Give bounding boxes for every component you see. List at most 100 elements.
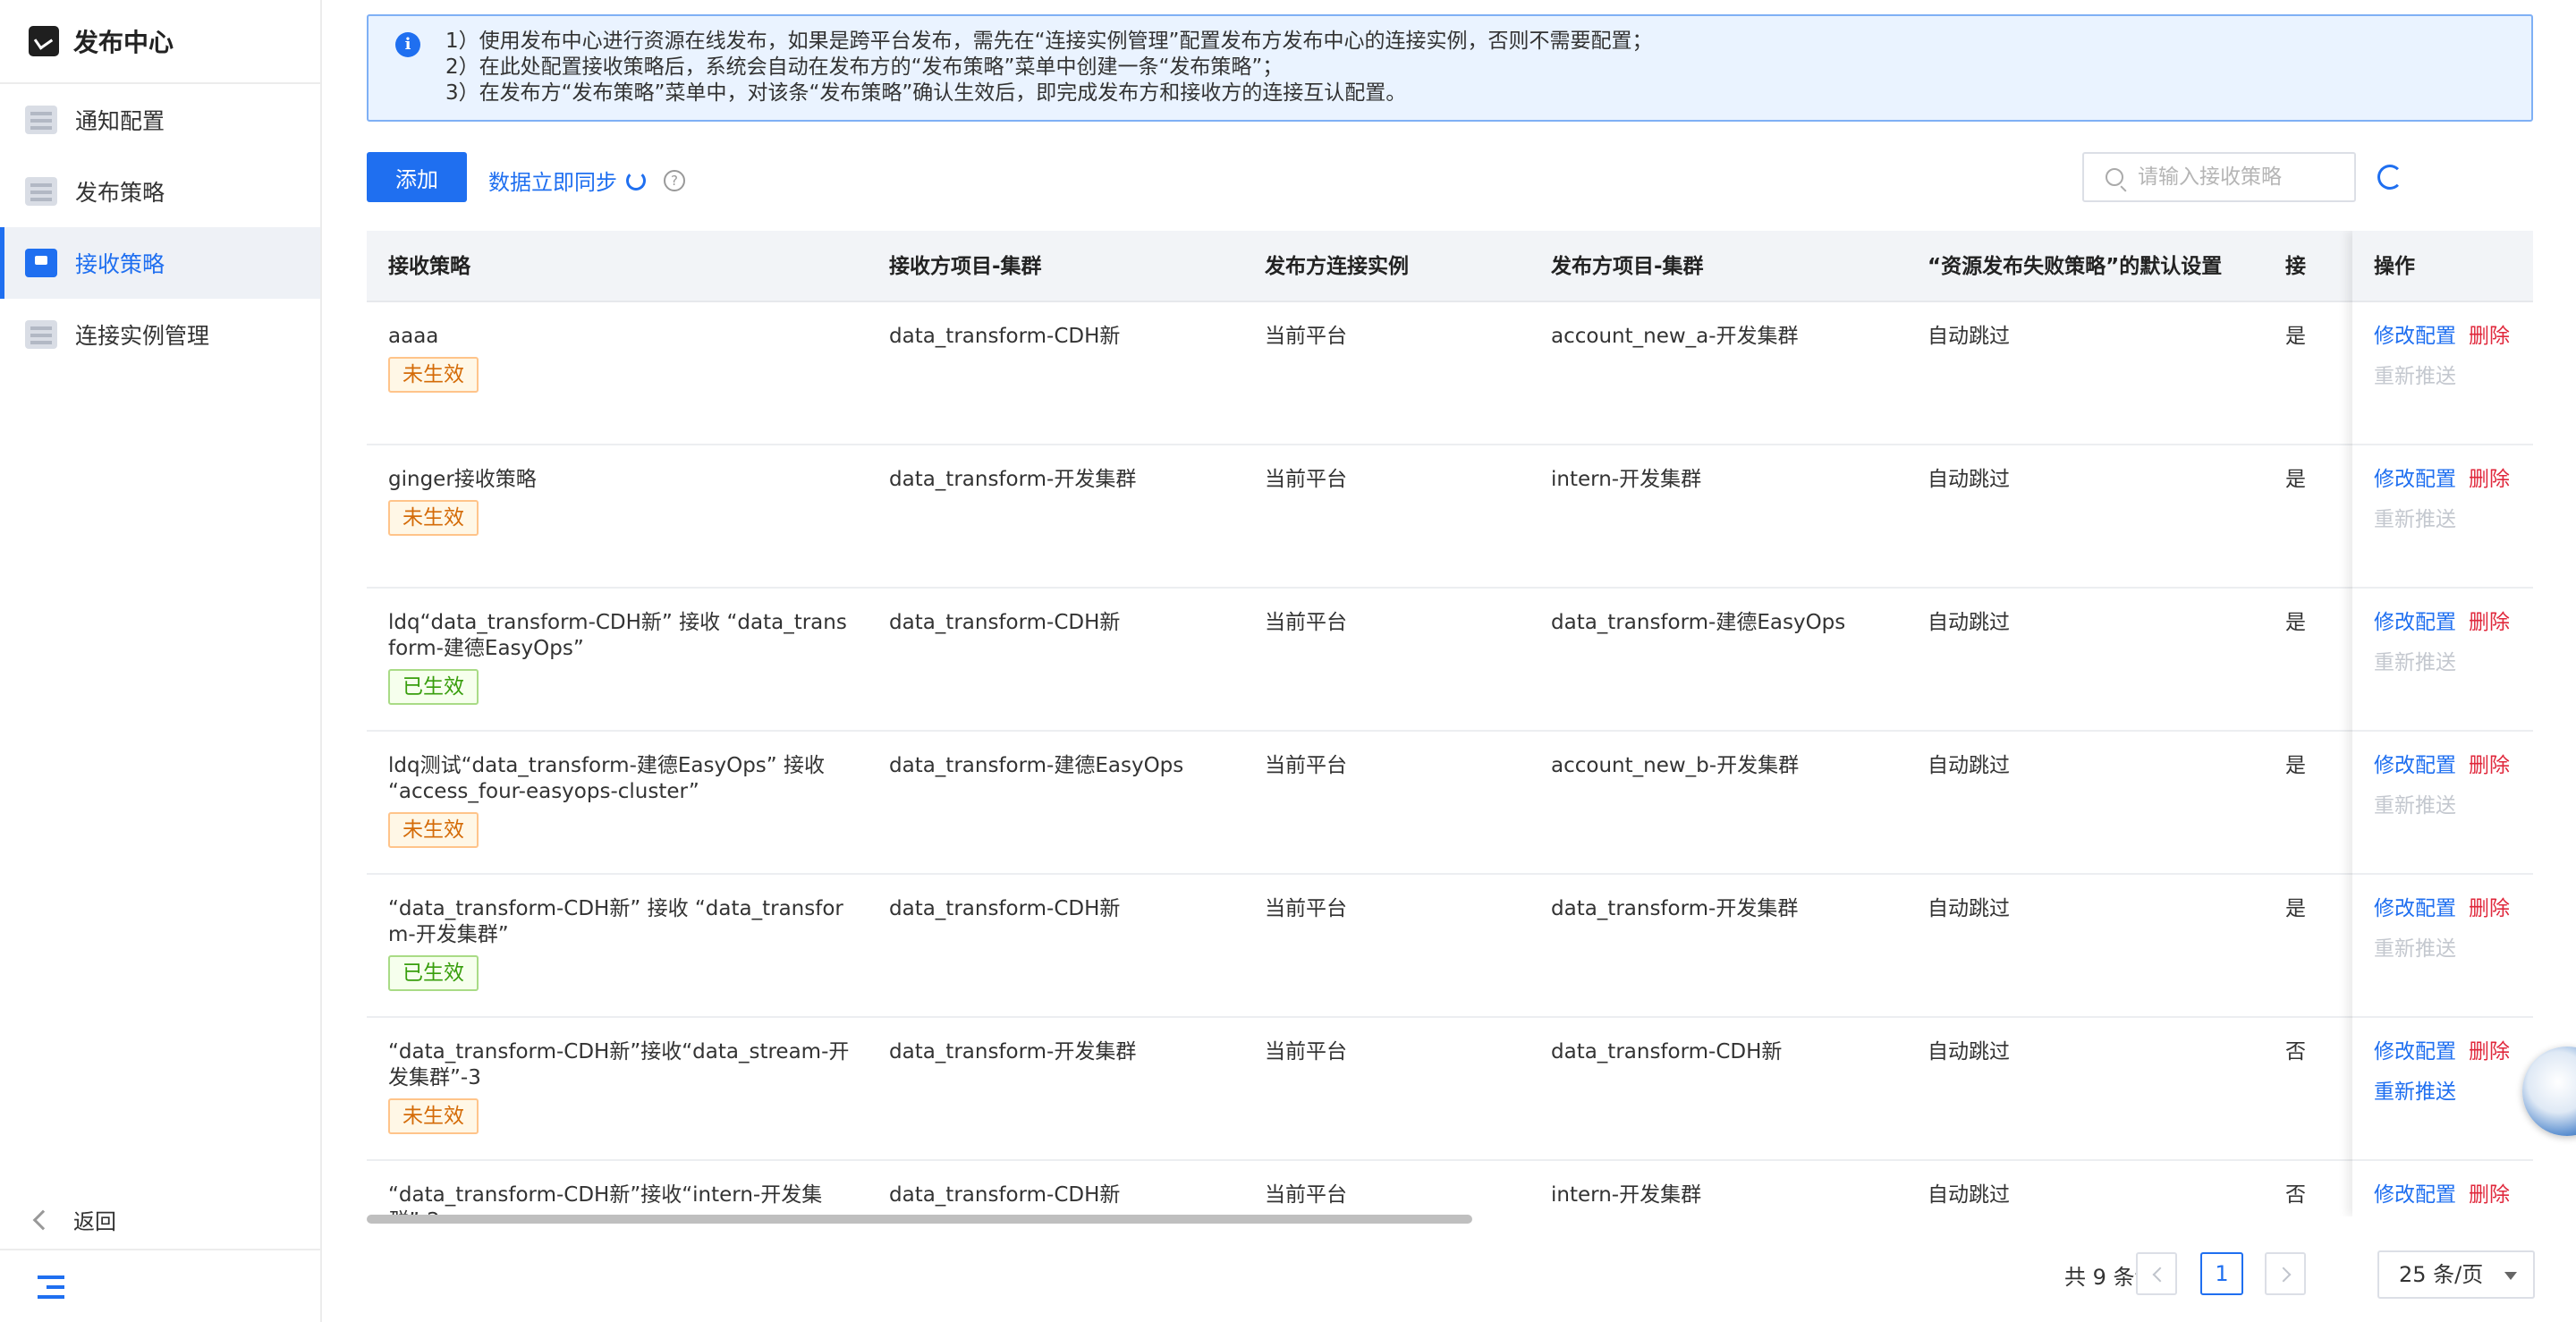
- cell-fail-policy: 自动跳过: [1928, 897, 2010, 920]
- help-icon[interactable]: ?: [664, 169, 685, 191]
- cell-publisher-project: account_new_a-开发集群: [1551, 325, 1799, 348]
- chevron-left-icon: [2152, 1267, 2168, 1283]
- sync-now-link[interactable]: 数据立即同步 ?: [488, 165, 685, 196]
- main-content: i 1）使用发布中心进行资源在线发布，如果是跨平台发布，需先在“连接实例管理”配…: [322, 0, 2576, 1322]
- page-size-select[interactable]: 25 条/页: [2377, 1250, 2535, 1299]
- sidebar-item-label: 通知配置: [75, 108, 165, 134]
- refresh-icon[interactable]: [2377, 165, 2402, 190]
- sidebar-menu: 通知配置 发布策略 接收策略 连接实例管理: [0, 84, 320, 370]
- status-badge: 未生效: [388, 500, 479, 536]
- edit-config-link[interactable]: 修改配置: [2374, 754, 2456, 777]
- cell-truncated: 否: [2285, 1040, 2306, 1064]
- cell-publisher-project: intern-开发集群: [1551, 1183, 1702, 1207]
- cell-truncated: 是: [2285, 468, 2306, 491]
- table-row: “data_transform-CDH新”接收“data_stream-开发集群…: [367, 1018, 2533, 1161]
- delete-link[interactable]: 删除: [2469, 468, 2510, 491]
- operations-row: 修改配置删除重新推送: [2352, 445, 2533, 589]
- policy-name: ginger接收策略: [388, 468, 537, 491]
- policy-name: aaaa: [388, 325, 439, 348]
- sidebar-item-connection-instance[interactable]: 连接实例管理: [0, 299, 320, 370]
- policy-name: ldq测试“data_transform-建德EasyOps” 接收 “acce…: [388, 754, 825, 803]
- delete-link[interactable]: 删除: [2469, 897, 2510, 920]
- back-label: 返回: [73, 1209, 116, 1234]
- delete-link[interactable]: 删除: [2469, 754, 2510, 777]
- table-row: ldq“data_transform-CDH新” 接收 “data_transf…: [367, 589, 2533, 732]
- chevron-right-icon: [2275, 1267, 2292, 1283]
- cell-publisher-instance: 当前平台: [1265, 1183, 1347, 1207]
- operations-row: 修改配置删除重新推送: [2352, 1161, 2533, 1216]
- col-header-receiver-project: 接收方项目-集群: [889, 255, 1042, 278]
- search-input[interactable]: [2138, 165, 2352, 189]
- next-page-button[interactable]: [2265, 1252, 2306, 1295]
- table-row: aaaa 未生效 data_transform-CDH新 当前平台 account_ne…: [367, 302, 2533, 445]
- cell-truncated: 否: [2285, 1183, 2306, 1207]
- collapse-menu-icon[interactable]: [38, 1275, 64, 1299]
- cell-receiver-project: data_transform-CDH新: [889, 1183, 1121, 1207]
- cell-policy: “data_transform-CDH新”接收“intern-开发集群”-2: [388, 1182, 853, 1216]
- sidebar-item-label: 发布策略: [75, 180, 165, 206]
- status-badge: 未生效: [388, 357, 479, 393]
- cell-receiver-project: data_transform-CDH新: [889, 611, 1121, 634]
- repush-link: 重新推送: [2374, 794, 2456, 818]
- operations-row: 修改配置删除重新推送: [2352, 302, 2533, 445]
- sidebar-item-notification-config[interactable]: 通知配置: [0, 84, 320, 156]
- table-row: “data_transform-CDH新” 接收 “data_transform…: [367, 875, 2533, 1018]
- cell-publisher-instance: 当前平台: [1265, 325, 1347, 348]
- edit-config-link[interactable]: 修改配置: [2374, 468, 2456, 491]
- sidebar-item-receive-policy[interactable]: 接收策略: [0, 227, 320, 299]
- repush-link: 重新推送: [2374, 937, 2456, 961]
- cell-receiver-project: data_transform-开发集群: [889, 1040, 1137, 1064]
- page-size-value: 25 条/页: [2399, 1262, 2484, 1287]
- edit-config-link[interactable]: 修改配置: [2374, 1040, 2456, 1064]
- repush-link: 重新推送: [2374, 508, 2456, 531]
- add-button[interactable]: 添加: [367, 152, 467, 202]
- search-box[interactable]: [2082, 152, 2356, 202]
- policy-name: “data_transform-CDH新” 接收 “data_transform…: [388, 897, 843, 946]
- back-button[interactable]: 返回: [30, 1204, 116, 1235]
- delete-link[interactable]: 删除: [2469, 611, 2510, 634]
- cell-publisher-instance: 当前平台: [1265, 897, 1347, 920]
- cell-fail-policy: 自动跳过: [1928, 611, 2010, 634]
- table-row: ldq测试“data_transform-建德EasyOps” 接收 “acce…: [367, 732, 2533, 875]
- edit-config-link[interactable]: 修改配置: [2374, 897, 2456, 920]
- cell-policy: ldq测试“data_transform-建德EasyOps” 接收 “acce…: [388, 753, 853, 848]
- edit-config-link[interactable]: 修改配置: [2374, 325, 2456, 348]
- page-number-current[interactable]: 1: [2200, 1252, 2243, 1295]
- delete-link[interactable]: 删除: [2469, 1040, 2510, 1064]
- publish-policy-icon: [25, 177, 57, 206]
- col-header-truncated: 接: [2285, 255, 2306, 278]
- search-icon: [2106, 168, 2123, 186]
- connection-instance-icon: [25, 320, 57, 349]
- cell-receiver-project: data_transform-CDH新: [889, 897, 1121, 920]
- cell-fail-policy: 自动跳过: [1928, 754, 2010, 777]
- cell-policy: “data_transform-CDH新”接收“data_stream-开发集群…: [388, 1039, 853, 1134]
- notification-config-icon: [25, 106, 57, 134]
- toolbar: 添加 数据立即同步 ?: [367, 152, 2576, 204]
- notice-line-2: 2）在此处配置接收策略后，系统会自动在发布方的“发布策略”菜单中创建一条“发布策…: [445, 55, 1284, 79]
- notice-line-3: 3）在发布方“发布策略”菜单中，对该条“发布策略”确认生效后，即完成发布方和接收…: [445, 81, 1407, 105]
- delete-link[interactable]: 删除: [2469, 325, 2510, 348]
- info-notice: i 1）使用发布中心进行资源在线发布，如果是跨平台发布，需先在“连接实例管理”配…: [367, 14, 2533, 122]
- repush-link: 重新推送: [2374, 651, 2456, 674]
- table-row: “data_transform-CDH新”接收“intern-开发集群”-2 da…: [367, 1161, 2533, 1216]
- cell-publisher-instance: 当前平台: [1265, 1040, 1347, 1064]
- chevron-left-icon: [32, 1209, 54, 1230]
- edit-config-link[interactable]: 修改配置: [2374, 611, 2456, 634]
- cell-publisher-instance: 当前平台: [1265, 611, 1347, 634]
- delete-link[interactable]: 删除: [2469, 1183, 2510, 1207]
- repush-link: 重新推送: [2374, 365, 2456, 388]
- policy-name: “data_transform-CDH新”接收“data_stream-开发集群…: [388, 1040, 850, 1089]
- repush-link[interactable]: 重新推送: [2374, 1080, 2533, 1106]
- cell-fail-policy: 自动跳过: [1928, 468, 2010, 491]
- sidebar-item-publish-policy[interactable]: 发布策略: [0, 156, 320, 227]
- edit-config-link[interactable]: 修改配置: [2374, 1183, 2456, 1207]
- operations-row: 修改配置删除重新推送: [2352, 875, 2533, 1018]
- policy-name: ldq“data_transform-CDH新” 接收 “data_transf…: [388, 611, 847, 660]
- horizontal-scrollbar[interactable]: [367, 1215, 1472, 1224]
- cell-publisher-project: account_new_b-开发集群: [1551, 754, 1800, 777]
- col-header-ops: 操作: [2352, 231, 2533, 302]
- cell-policy: “data_transform-CDH新” 接收 “data_transform…: [388, 896, 853, 991]
- sync-icon: [626, 170, 646, 191]
- prev-page-button[interactable]: [2136, 1252, 2177, 1295]
- info-icon: i: [395, 32, 420, 57]
